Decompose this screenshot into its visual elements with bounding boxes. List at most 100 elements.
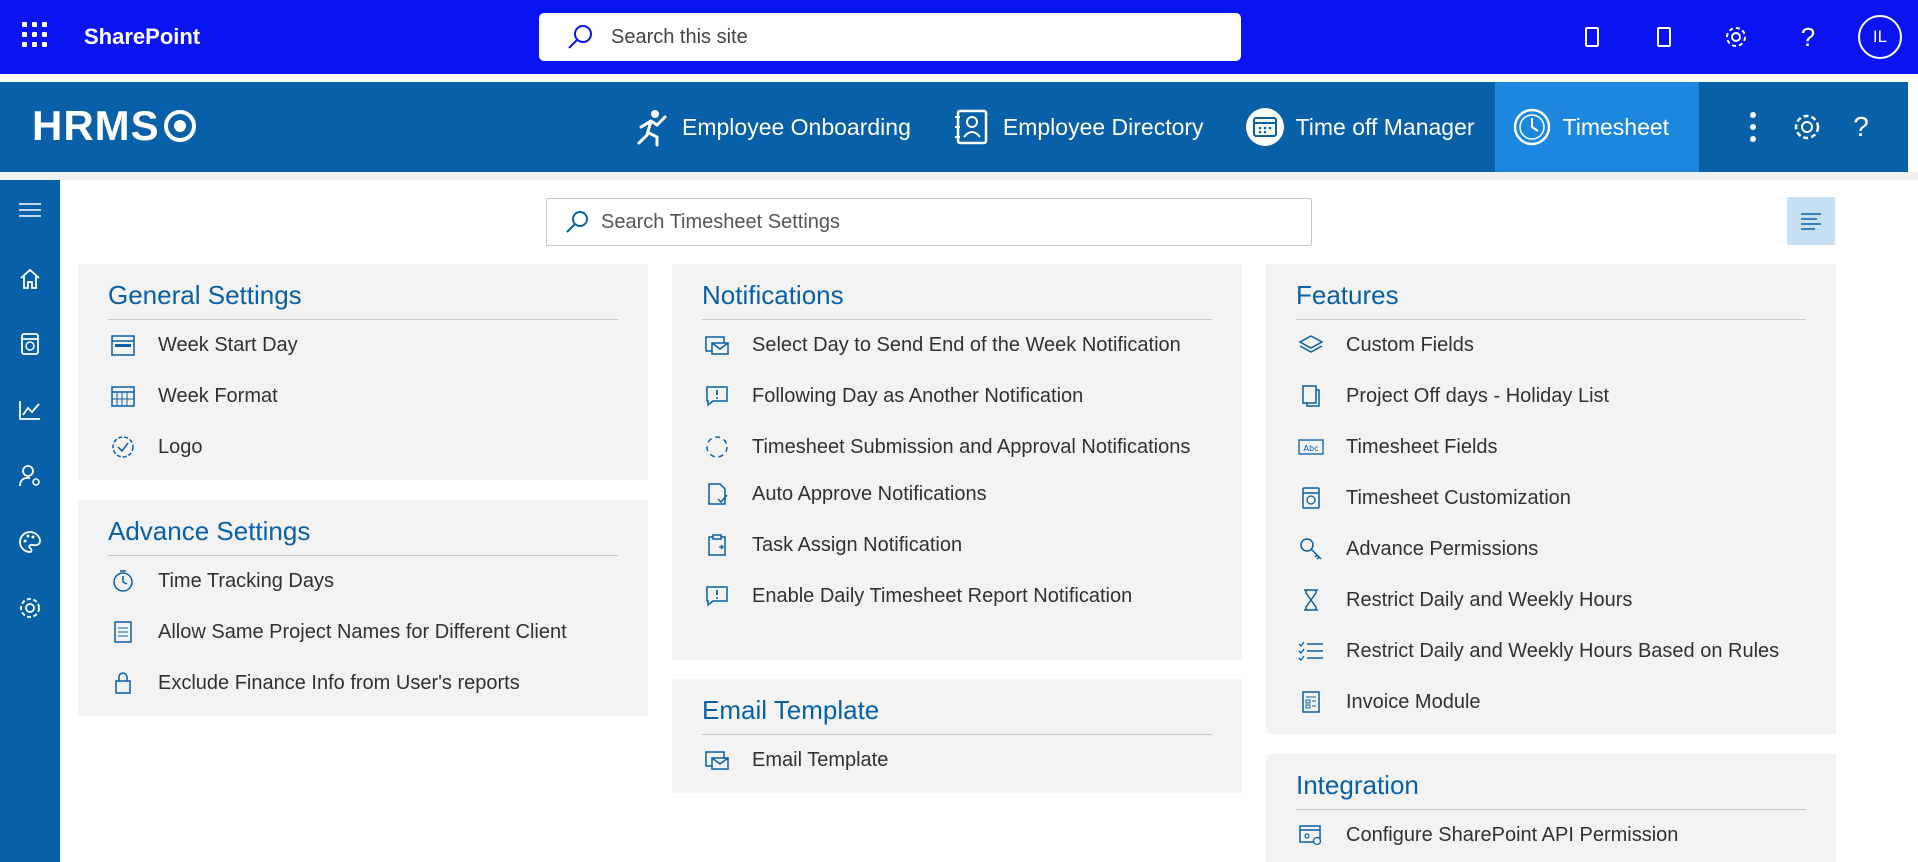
window-settings-icon <box>1296 820 1326 850</box>
setting-week-start-day[interactable]: Week Start Day <box>108 330 618 360</box>
nav-employee-onboarding[interactable]: Employee Onboarding <box>610 82 931 172</box>
setting-time-tracking-days[interactable]: Time Tracking Days <box>108 566 618 596</box>
message-alert-icon <box>702 381 732 411</box>
calendar-icon <box>108 330 138 360</box>
suite-bar: SharePoint Search this site ? IL <box>0 0 1918 74</box>
setting-label: Week Format <box>158 385 278 407</box>
app-header: HRMS Employee Onboarding Employee Direct… <box>0 82 1908 172</box>
site-search-placeholder: Search this site <box>611 25 748 48</box>
setting-label: Invoice Module <box>1346 691 1481 713</box>
setting-label: Allow Same Project Names for Different C… <box>158 621 567 643</box>
setting-label: Timesheet Submission and Approval Notifi… <box>752 436 1191 458</box>
setting-daily-report-notification[interactable]: Enable Daily Timesheet Report Notificati… <box>702 581 1212 611</box>
setting-label: Week Start Day <box>158 334 298 356</box>
search-icon <box>568 25 592 49</box>
setting-custom-fields[interactable]: Custom Fields <box>1296 330 1806 360</box>
nav-time-off-manager[interactable]: Time off Manager <box>1224 82 1495 172</box>
home-icon[interactable] <box>0 259 60 299</box>
email-template-card: Email Template Email Template <box>672 679 1242 793</box>
card-title: Notifications <box>702 264 1212 320</box>
logo-text: HRMS <box>32 102 160 149</box>
setting-week-format[interactable]: Week Format <box>108 381 618 411</box>
nav-timesheet[interactable]: Timesheet <box>1494 82 1700 172</box>
menu-icon[interactable] <box>0 190 60 230</box>
settings-search-input[interactable]: Search Timesheet Settings <box>546 198 1312 246</box>
app-launcher-icon[interactable] <box>22 22 48 48</box>
more-options-icon[interactable] <box>1726 82 1780 172</box>
document-icon <box>108 617 138 647</box>
setting-invoice-module[interactable]: Invoice Module <box>1296 687 1806 717</box>
gear-icon[interactable] <box>0 588 60 628</box>
help-icon[interactable]: ? <box>1772 0 1844 74</box>
app-help-icon[interactable]: ? <box>1834 82 1888 172</box>
setting-label: Enable Daily Timesheet Report Notificati… <box>752 585 1133 607</box>
user-settings-icon[interactable] <box>0 456 60 496</box>
setting-logo[interactable]: Logo <box>108 432 618 462</box>
setting-label: Auto Approve Notifications <box>752 483 987 505</box>
features-card: Features Custom Fields Project Off days … <box>1266 264 1836 734</box>
setting-allow-same-project-names[interactable]: Allow Same Project Names for Different C… <box>108 617 618 647</box>
card-title: General Settings <box>108 264 618 320</box>
setting-label: Email Template <box>752 749 889 771</box>
divider-strip <box>0 74 1918 82</box>
list-view-toggle-icon[interactable] <box>1787 197 1835 245</box>
card-title: Features <box>1296 264 1806 320</box>
card-title: Email Template <box>702 679 1212 735</box>
badge-check-icon <box>108 432 138 462</box>
mobile-icon[interactable] <box>1556 0 1628 74</box>
setting-label: Configure SharePoint API Permission <box>1346 824 1679 846</box>
setting-project-off-days[interactable]: Project Off days - Holiday List <box>1296 381 1806 411</box>
nav-label: Employee Onboarding <box>682 113 911 140</box>
card-title: Advance Settings <box>108 500 618 556</box>
key-icon <box>1296 534 1326 564</box>
mail-calendar-icon <box>702 330 732 360</box>
setting-timesheet-fields[interactable]: Abc Timesheet Fields <box>1296 432 1806 462</box>
setting-auto-approve-notifications[interactable]: Auto Approve Notifications <box>702 479 1212 509</box>
setting-label: Timesheet Customization <box>1346 487 1571 509</box>
suite-title[interactable]: SharePoint <box>84 24 200 50</box>
palette-icon[interactable] <box>0 522 60 562</box>
text-field-icon: Abc <box>1296 432 1326 462</box>
layers-icon <box>1296 330 1326 360</box>
device-icon[interactable] <box>1628 0 1700 74</box>
setting-label: Logo <box>158 436 203 458</box>
setting-submission-approval-notifications[interactable]: Timesheet Submission and Approval Notifi… <box>702 432 1212 462</box>
setting-label: Restrict Daily and Weekly Hours <box>1346 589 1633 611</box>
settings-search-placeholder: Search Timesheet Settings <box>601 210 841 233</box>
avatar[interactable]: IL <box>1858 15 1902 59</box>
setting-label: Project Off days - Holiday List <box>1346 385 1610 407</box>
nav-label: Time off Manager <box>1295 113 1475 140</box>
hrms-logo[interactable]: HRMS <box>32 102 196 150</box>
clock-icon <box>1511 106 1553 148</box>
setting-label: Time Tracking Days <box>158 570 334 592</box>
setting-exclude-finance-info[interactable]: Exclude Finance Info from User's reports <box>108 668 618 698</box>
timesheet-icon[interactable] <box>0 324 60 364</box>
message-alert-icon <box>702 581 732 611</box>
setting-following-day-notification[interactable]: Following Day as Another Notification <box>702 381 1212 411</box>
nav-employee-directory[interactable]: Employee Directory <box>931 82 1224 172</box>
chart-icon[interactable] <box>0 390 60 430</box>
setting-label: Following Day as Another Notification <box>752 385 1084 407</box>
setting-sharepoint-api-permission[interactable]: Configure SharePoint API Permission <box>1296 820 1806 850</box>
setting-timesheet-customization[interactable]: Timesheet Customization <box>1296 483 1806 513</box>
setting-label: Restrict Daily and Weekly Hours Based on… <box>1346 640 1780 662</box>
setting-email-template[interactable]: Email Template <box>702 745 1212 775</box>
setting-restrict-hours[interactable]: Restrict Daily and Weekly Hours <box>1296 585 1806 615</box>
mail-calendar-icon <box>702 745 732 775</box>
setting-task-assign-notification[interactable]: Task Assign Notification <box>702 530 1212 560</box>
integration-card: Integration Configure SharePoint API Per… <box>1266 754 1836 862</box>
setting-advance-permissions[interactable]: Advance Permissions <box>1296 534 1806 564</box>
setting-end-of-week-notification[interactable]: Select Day to Send End of the Week Notif… <box>702 330 1212 360</box>
calendar-grid-icon <box>108 381 138 411</box>
hourglass-icon <box>1296 585 1326 615</box>
directory-icon <box>951 106 993 148</box>
site-search-box[interactable]: Search this site <box>539 13 1241 61</box>
nav-label: Timesheet <box>1562 113 1670 140</box>
svg-text:Abc: Abc <box>1304 444 1319 453</box>
lock-icon <box>108 668 138 698</box>
card-title: Integration <box>1296 754 1806 810</box>
advance-settings-card: Advance Settings Time Tracking Days Allo… <box>78 500 648 716</box>
settings-gear-icon[interactable] <box>1700 0 1772 74</box>
setting-restrict-hours-rules[interactable]: Restrict Daily and Weekly Hours Based on… <box>1296 636 1806 666</box>
app-settings-icon[interactable] <box>1780 82 1834 172</box>
